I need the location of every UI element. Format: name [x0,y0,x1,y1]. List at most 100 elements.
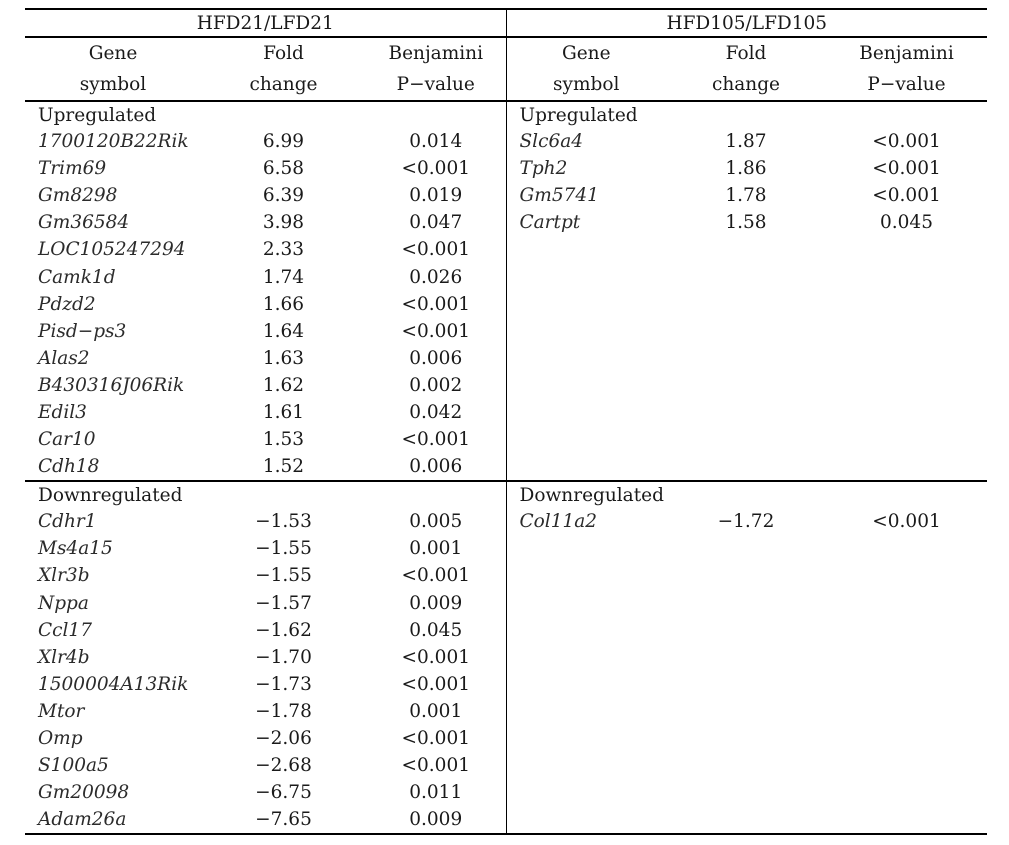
empty-cell [826,806,988,836]
gene-symbol-cell: Pisd−ps3 [38,320,127,342]
gene-symbol-cell: Car10 [38,429,96,451]
empty-cell [666,399,826,426]
fold-change-cell: 1.61 [262,401,305,423]
section-label-downregulated: Downregulated [506,480,988,509]
p-value-cell: 0.047 [366,209,507,237]
p-value-cell: 0.019 [366,182,507,210]
table-row: Nppa −1.57 0.009 [25,589,987,617]
empty-cell [826,453,987,481]
gene-symbol-cell: Xlr4b [38,646,90,668]
empty-cell [826,399,987,426]
p-value-cell: <0.001 [366,670,507,698]
empty-cell [506,535,666,562]
p-value-cell: 0.014 [366,128,507,156]
column-header-row-2: symbol change P−value symbol change P−va… [25,69,988,102]
p-value-cell: 0.001 [366,535,507,563]
empty-cell [666,752,826,779]
fold-change-cell: 2.33 [262,239,305,261]
table-row: S100a5 −2.68 <0.001 [25,752,987,780]
empty-cell [666,590,826,617]
table-body: Upregulated Upregulated 1700120B22Rik 6.9… [25,101,988,836]
empty-cell [506,291,666,318]
col-header-pval: Benjamini [859,43,954,64]
empty-cell [666,562,826,589]
table-row: Trim69 6.58 <0.001 Tph2 1.86 <0.001 [25,155,987,183]
empty-cell [826,590,987,617]
gene-symbol-cell: Col11a2 [519,511,598,533]
fold-change-cell: 6.99 [262,131,305,153]
empty-cell [666,806,826,836]
gene-symbol-cell: Omp [38,728,83,750]
section-label-downregulated: Downregulated [25,480,507,509]
empty-cell [826,426,987,453]
fold-change-cell: 1.63 [262,347,305,369]
p-value-cell: 0.009 [366,806,507,836]
table-row: Gm8298 6.39 0.019 Gm5741 1.78 <0.001 [25,182,987,210]
p-value-cell: 0.001 [366,697,507,725]
gene-symbol-cell: Cartpt [519,212,581,234]
table-row: Gm20098 −6.75 0.011 [25,779,987,807]
table-row: Ccl17 −1.62 0.045 [25,616,987,644]
fold-change-cell: −1.57 [255,592,312,614]
p-value-cell: <0.001 [366,317,507,345]
fold-change-cell: −1.72 [717,511,775,533]
p-value-cell: 0.042 [366,398,507,427]
p-value-cell: 0.045 [366,616,507,644]
table-row: Xlr3b −1.55 <0.001 [25,562,987,590]
empty-cell [666,426,826,453]
table-row: Omp −2.06 <0.001 [25,724,987,753]
empty-cell [666,318,826,345]
table-row: Cdhr1 −1.53 0.005 Col11a2 −1.72 <0.001 [25,508,987,536]
empty-cell [506,263,666,290]
table-row: Ms4a15 −1.55 0.001 [25,535,987,563]
empty-cell [666,345,826,372]
empty-cell [506,644,666,671]
gene-symbol-cell: Mtor [38,700,85,722]
section-upregulated-row: Upregulated Upregulated [25,101,987,128]
gene-symbol-cell: Edil3 [38,401,87,423]
fold-change-cell: −7.65 [201,806,366,836]
fold-change-cell: 1.74 [262,266,305,288]
empty-cell [506,671,666,698]
col-header-gene-sub: symbol [25,69,201,102]
empty-cell [506,453,666,481]
table-row: Cdh18 1.52 0.006 [25,453,987,482]
empty-cell [506,617,666,644]
section-label-upregulated: Upregulated [25,101,507,128]
gene-symbol-cell: Ms4a15 [38,538,113,560]
p-value-cell: <0.001 [366,562,507,590]
p-value-cell: <0.001 [366,426,507,454]
empty-cell [826,562,987,589]
empty-cell [506,698,666,725]
col-header-gene-sub: symbol [506,69,666,102]
empty-cell [506,318,666,345]
fold-change-cell: 6.58 [262,158,305,180]
empty-cell [826,236,987,263]
table-row: Pisd−ps3 1.64 <0.001 [25,317,987,345]
empty-cell [826,263,987,290]
table-row: B430316J06Rik 1.62 0.002 [25,371,987,399]
p-value-cell: 0.011 [366,779,507,807]
p-value-cell: <0.001 [366,643,507,671]
gene-symbol-cell: Nppa [38,592,89,614]
table-row: Edil3 1.61 0.042 [25,398,987,427]
empty-cell [826,671,987,698]
fold-change-cell: −2.68 [255,755,312,777]
empty-cell [506,562,666,589]
table-row: 1500004A13Rik −1.73 <0.001 [25,670,987,698]
fold-change-cell: −2.06 [255,728,312,750]
empty-cell [666,372,826,399]
fold-change-cell: 1.64 [262,320,305,342]
p-value-cell: <0.001 [366,236,507,264]
p-value-cell: <0.001 [872,511,941,533]
fold-change-cell: 3.98 [262,212,305,234]
p-value-cell: 0.006 [366,453,507,482]
gene-symbol-cell: Slc6a4 [519,131,584,153]
gene-symbol-cell: Cdhr1 [38,511,97,533]
gene-symbol-cell: S100a5 [38,755,109,777]
empty-cell [506,725,666,752]
table-row: LOC105247294 2.33 <0.001 [25,236,987,264]
fold-change-cell: −6.75 [255,782,312,804]
p-value-cell: 0.026 [366,263,507,291]
p-value-cell: 0.045 [880,212,933,234]
